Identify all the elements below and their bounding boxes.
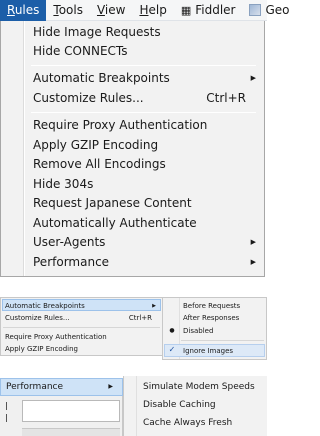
menu-item-customize-rules[interactable]: Customize Rules... Ctrl+R	[5, 312, 156, 324]
shortcut-label: Ctrl+R	[206, 91, 246, 105]
menubar-rules[interactable]: Rules	[0, 0, 47, 21]
submenu-item-simulate-modem-speeds[interactable]: Simulate Modem Speeds	[143, 378, 255, 396]
menu-item-automatic-breakpoints[interactable]: Automatic Breakpoints ▶	[33, 69, 256, 88]
menu-item-customize-rules[interactable]: Customize Rules... Ctrl+R	[33, 89, 256, 108]
menu-bar: Rules Tools View Help ▦ Fiddler Geo	[0, 0, 290, 21]
menu-item-hide-304s[interactable]: Hide 304s	[33, 175, 256, 194]
submenu-item-disable-caching[interactable]: Disable Caching	[143, 396, 216, 414]
compact-rules-menu: Automatic Breakpoints ▶ Customize Rules..…	[0, 297, 163, 356]
submenu-item-before-requests[interactable]: Before Requests	[183, 300, 264, 312]
menu-item-require-proxy-authentication[interactable]: Require Proxy Authentication	[33, 116, 256, 135]
submenu-arrow-icon: ▶	[250, 74, 256, 82]
submenu-arrow-icon: ▶	[152, 303, 156, 309]
submenu-item-after-responses[interactable]: After Responses	[183, 312, 264, 324]
menu-separator	[3, 327, 160, 328]
menu-item-apply-gzip-encoding[interactable]: Apply GZIP Encoding	[5, 343, 156, 355]
shortcut-label: Ctrl+R	[128, 314, 152, 322]
menubar-tools[interactable]: Tools	[46, 0, 90, 21]
submenu-arrow-icon: ▶	[250, 238, 256, 246]
menubar-geo[interactable]: Geo	[242, 0, 296, 21]
submenu-arrow-icon: ▶	[250, 258, 256, 266]
menu-item-automatically-authenticate[interactable]: Automatically Authenticate	[33, 214, 256, 233]
submenu-item-disabled[interactable]: Disabled	[183, 325, 264, 337]
menu-separator	[31, 65, 256, 66]
fiddler-grid-icon: ▦	[180, 3, 192, 17]
submenu-arrow-icon: ▶	[108, 383, 113, 390]
tick-mark	[6, 402, 7, 410]
menu-item-remove-all-encodings[interactable]: Remove All Encodings	[33, 155, 256, 174]
background-window	[0, 396, 123, 436]
checkmark-icon: ✓	[168, 345, 176, 354]
background-panel	[22, 400, 120, 422]
menubar-help[interactable]: Help	[132, 0, 173, 21]
menu-item-hide-connects[interactable]: Hide CONNECTs	[33, 42, 256, 61]
menu-separator	[181, 340, 264, 341]
menu-item-require-proxy-authentication[interactable]: Require Proxy Authentication	[5, 331, 156, 343]
submenu-item-cache-always-fresh[interactable]: Cache Always Fresh	[143, 414, 232, 432]
breakpoints-submenu: Before Requests After Responses ● Disabl…	[162, 297, 267, 360]
menubar-view[interactable]: View	[90, 0, 132, 21]
menu-item-performance[interactable]: Performance ▶	[33, 253, 256, 272]
background-strip	[22, 428, 120, 436]
breakpoints-panel: Automatic Breakpoints ▶ Customize Rules..…	[0, 297, 267, 360]
menu-item-request-japanese-content[interactable]: Request Japanese Content	[33, 194, 256, 213]
geo-icon	[249, 3, 262, 16]
menubar-fiddler[interactable]: ▦ Fiddler	[174, 0, 243, 21]
performance-panel: Performance ▶ Simulate Modem Speeds Disab…	[0, 376, 267, 436]
menu-separator	[31, 112, 256, 113]
menu-item-hide-image-requests[interactable]: Hide Image Requests	[33, 23, 256, 42]
menu-item-performance[interactable]: Performance ▶	[0, 378, 123, 396]
performance-submenu: Simulate Modem Speeds Disable Caching Ca…	[123, 376, 267, 436]
menu-item-automatic-breakpoints[interactable]: Automatic Breakpoints ▶	[5, 300, 156, 312]
menu-item-apply-gzip-encoding[interactable]: Apply GZIP Encoding	[33, 136, 256, 155]
rules-menu: Hide Image Requests Hide CONNECTs Automa…	[0, 21, 265, 277]
menu-item-user-agents[interactable]: User-Agents ▶	[33, 233, 256, 252]
tick-mark	[6, 414, 7, 422]
submenu-item-ignore-images[interactable]: Ignore Images	[183, 345, 264, 357]
radio-dot-icon: ●	[169, 327, 175, 334]
